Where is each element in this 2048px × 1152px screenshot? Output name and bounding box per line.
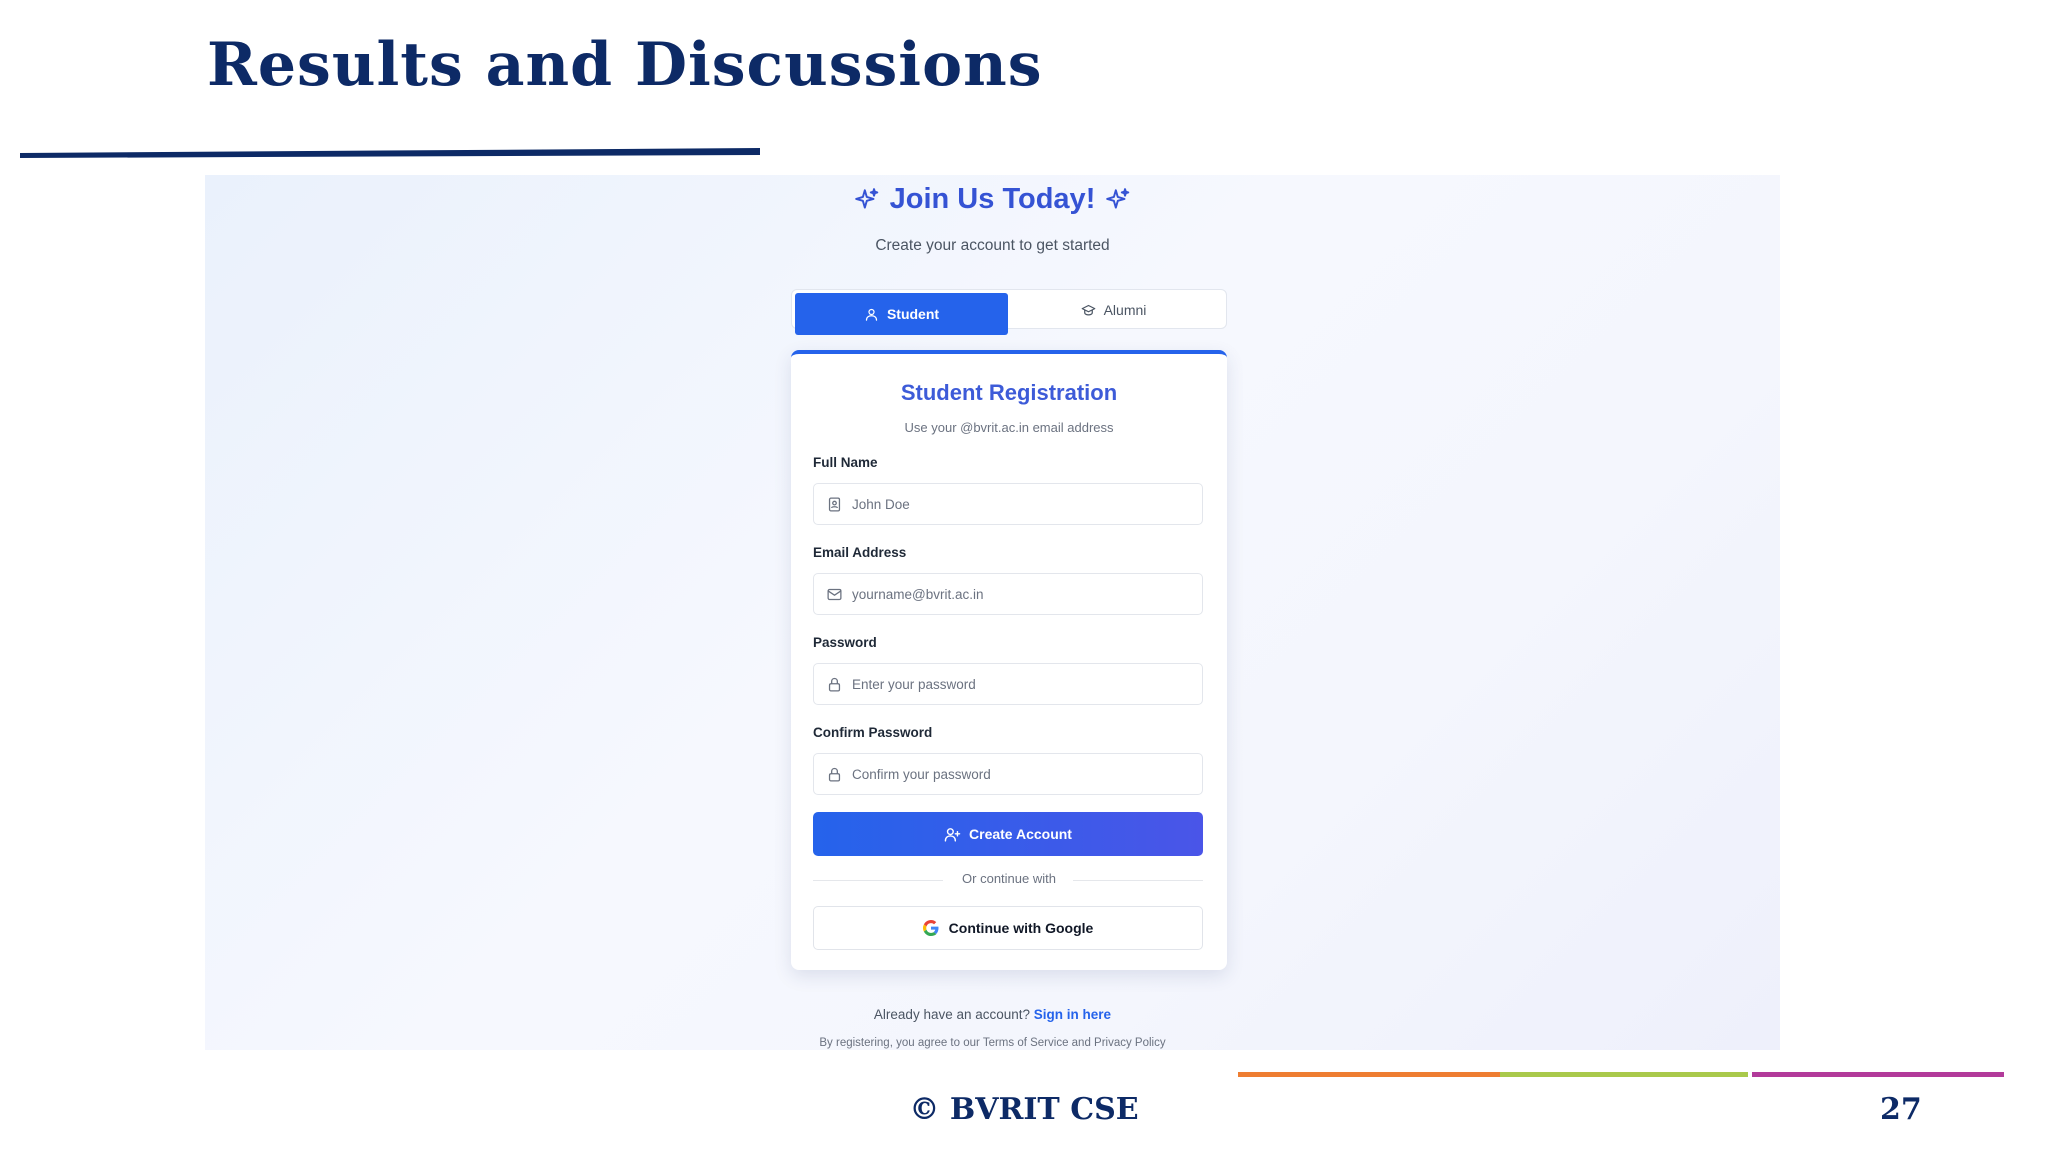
join-heading: Join Us Today! bbox=[205, 183, 1780, 216]
full-name-field[interactable] bbox=[813, 483, 1203, 525]
role-tabs: Student Alumni bbox=[791, 289, 1227, 335]
registration-title: Student Registration bbox=[900, 380, 1118, 405]
email-input[interactable] bbox=[852, 586, 1182, 602]
google-button-label: Continue with Google bbox=[948, 920, 1094, 936]
tab-student[interactable]: Student bbox=[795, 293, 1008, 335]
full-name-input[interactable] bbox=[852, 496, 1182, 512]
graduation-cap-icon bbox=[1081, 304, 1095, 315]
email-label: Email Address bbox=[813, 545, 907, 560]
signin-link[interactable]: Sign in here bbox=[1034, 1007, 1111, 1022]
footer-bar-orange bbox=[1238, 1072, 1500, 1077]
signup-screenshot: Join Us Today! Create your account to ge… bbox=[205, 175, 1780, 1050]
google-icon bbox=[922, 920, 939, 936]
join-subheading: Create your account to get started bbox=[875, 237, 1110, 254]
signin-prompt: Already have an account? bbox=[873, 1007, 1031, 1022]
password-label: Password bbox=[813, 635, 877, 650]
terms-text: By registering, you agree to our Terms o… bbox=[819, 1037, 1166, 1049]
sparkle-icon bbox=[1106, 187, 1130, 209]
tab-student-label: Student bbox=[886, 306, 940, 322]
footer-bar-magenta bbox=[1752, 1072, 2004, 1077]
title-underline bbox=[20, 148, 760, 158]
create-account-button[interactable]: Create Account bbox=[813, 812, 1203, 856]
user-icon bbox=[865, 308, 878, 321]
footer-bar-green bbox=[1500, 1072, 1748, 1077]
password-field[interactable] bbox=[813, 663, 1203, 705]
lock-icon bbox=[828, 767, 841, 782]
confirm-password-field[interactable] bbox=[813, 753, 1203, 795]
confirm-password-label: Confirm Password bbox=[813, 725, 933, 740]
page-number: 27 bbox=[1880, 1092, 1922, 1127]
registration-subtitle: Use your @bvrit.ac.in email address bbox=[904, 420, 1114, 435]
divider-text: Or continue with bbox=[962, 871, 1056, 886]
create-account-label: Create Account bbox=[969, 826, 1072, 842]
registration-card: Student Registration Use your @bvrit.ac.… bbox=[791, 350, 1227, 970]
confirm-password-input[interactable] bbox=[852, 766, 1182, 782]
sparkle-icon bbox=[854, 187, 878, 209]
password-input[interactable] bbox=[852, 676, 1182, 692]
page-title: Results and Discussions bbox=[207, 30, 1043, 100]
footer-copyright: © BVRIT CSE bbox=[909, 1092, 1139, 1127]
full-name-label: Full Name bbox=[813, 455, 878, 470]
lock-icon bbox=[828, 677, 841, 692]
join-heading-text: Join Us Today! bbox=[889, 183, 1096, 215]
user-plus-icon bbox=[944, 827, 961, 842]
tab-alumni-label: Alumni bbox=[1103, 302, 1147, 318]
tab-alumni[interactable]: Alumni bbox=[1007, 290, 1220, 330]
email-field[interactable] bbox=[813, 573, 1203, 615]
signin-prompt-line: Already have an account? Sign in here bbox=[205, 1007, 1780, 1022]
id-card-icon bbox=[828, 496, 841, 512]
mail-icon bbox=[827, 588, 842, 600]
google-signin-button[interactable]: Continue with Google bbox=[813, 906, 1203, 950]
